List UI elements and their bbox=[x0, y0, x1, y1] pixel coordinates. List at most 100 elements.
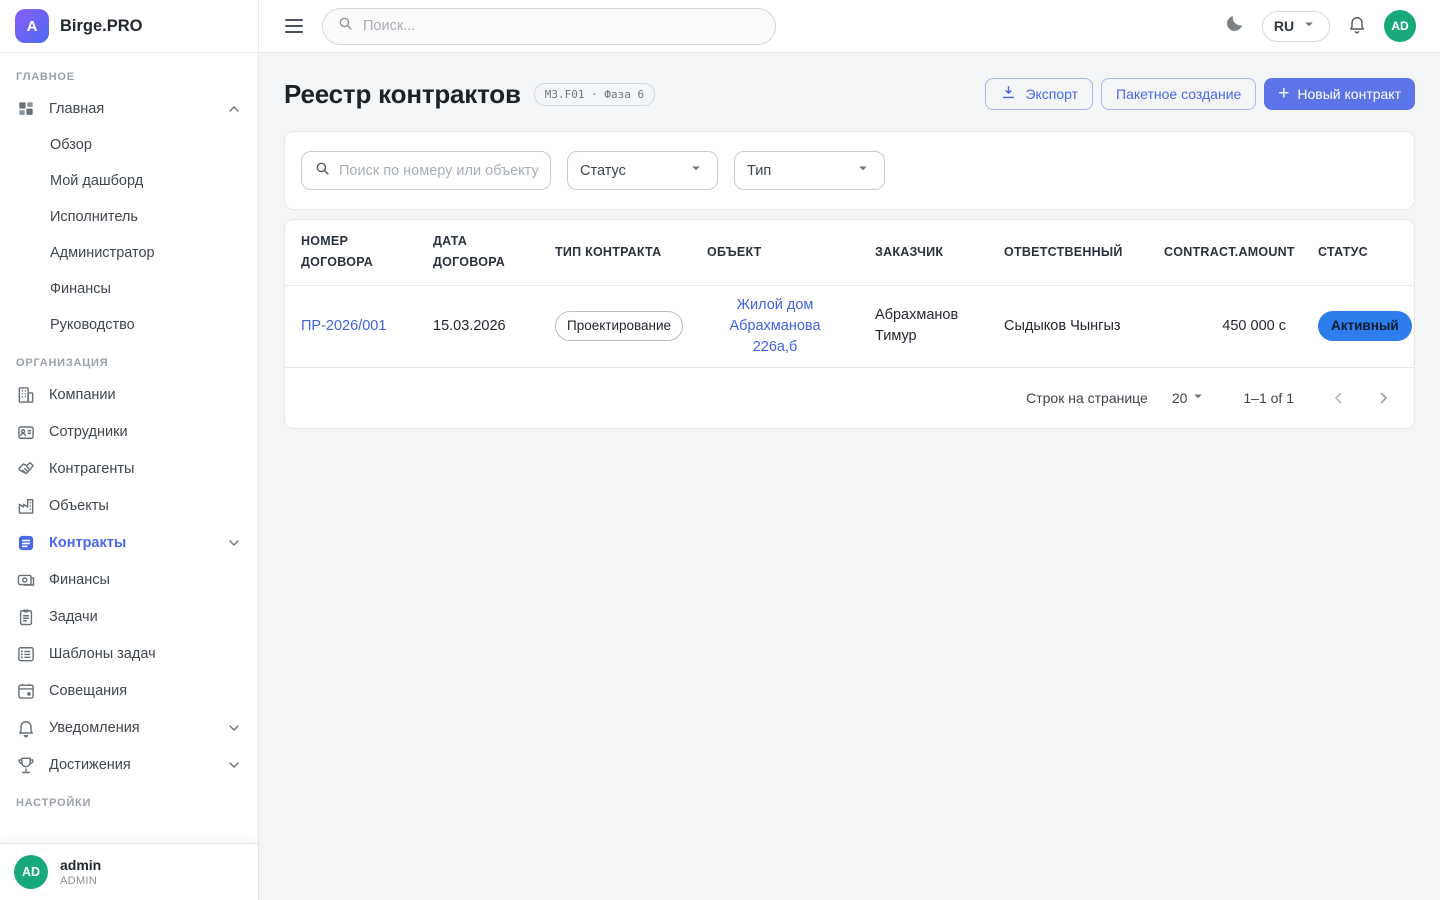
status-filter-select[interactable]: Статус bbox=[567, 151, 718, 190]
sidebar-subitem-finance[interactable]: Финансы bbox=[0, 271, 258, 307]
pagination-range: 1–1 of 1 bbox=[1243, 390, 1294, 406]
sidebar-item-label: Шаблоны задач bbox=[49, 646, 156, 662]
sidebar-item-employees[interactable]: Сотрудники bbox=[0, 413, 258, 450]
avatar[interactable]: AD bbox=[1384, 10, 1416, 42]
new-contract-button[interactable]: + Новый контракт bbox=[1264, 78, 1415, 110]
brand-logo-row[interactable]: A Birge.PRO bbox=[0, 0, 258, 53]
contracts-icon bbox=[16, 533, 36, 553]
search-input[interactable] bbox=[363, 18, 761, 34]
dashboard-icon bbox=[16, 99, 36, 119]
chevron-down-icon bbox=[1189, 387, 1207, 408]
sidebar-item-label: Контрагенты bbox=[49, 461, 134, 477]
chevron-down-icon bbox=[854, 159, 872, 182]
search-icon bbox=[337, 15, 354, 37]
col-contract-number: НОМЕР ДОГОВОРА bbox=[285, 220, 417, 285]
sidebar-item-home[interactable]: Главная bbox=[0, 90, 258, 127]
batch-create-label: Пакетное создание bbox=[1116, 86, 1241, 102]
table-row[interactable]: ПР-2026/001 15.03.2026 Проектирование Жи… bbox=[285, 285, 1415, 367]
sidebar-item-meetings[interactable]: Совещания bbox=[0, 672, 258, 709]
search-icon bbox=[314, 160, 331, 182]
export-label: Экспорт bbox=[1025, 86, 1078, 102]
export-button[interactable]: Экспорт bbox=[985, 78, 1093, 110]
sidebar-subitem-my-dashboard[interactable]: Мой дашборд bbox=[0, 163, 258, 199]
type-filter-select[interactable]: Тип bbox=[734, 151, 885, 190]
menu-icon[interactable] bbox=[285, 19, 303, 34]
sidebar-subitem-guide[interactable]: Руководство bbox=[0, 307, 258, 343]
sidebar-item-achievements[interactable]: Достижения bbox=[0, 746, 258, 783]
contracts-table-card: НОМЕР ДОГОВОРА ДАТА ДОГОВОРА ТИП КОНТРАК… bbox=[284, 219, 1415, 429]
plus-icon: + bbox=[1278, 84, 1289, 103]
table-header-row: НОМЕР ДОГОВОРА ДАТА ДОГОВОРА ТИП КОНТРАК… bbox=[285, 220, 1415, 285]
chevron-down-icon bbox=[1300, 15, 1318, 38]
chevron-down-icon bbox=[226, 535, 242, 551]
contract-date-cell: 15.03.2026 bbox=[417, 285, 539, 367]
sidebar-item-contracts[interactable]: Контракты bbox=[0, 524, 258, 561]
sidebar-item-label: Совещания bbox=[49, 683, 127, 699]
sidebar-section-settings: НАСТРОЙКИ bbox=[0, 783, 258, 816]
sidebar-item-notifications[interactable]: Уведомления bbox=[0, 709, 258, 746]
sidebar-item-label: Уведомления bbox=[49, 720, 140, 736]
responsible-cell: Сыдыков Чынгыз bbox=[988, 285, 1148, 367]
notifications-button[interactable] bbox=[1347, 14, 1367, 39]
col-responsible: ОТВЕТСТВЕННЫЙ bbox=[988, 220, 1148, 285]
sidebar-item-label: Задачи bbox=[49, 609, 98, 625]
language-select[interactable]: RU bbox=[1262, 11, 1330, 42]
rows-per-page-label: Строк на странице bbox=[1026, 390, 1148, 406]
sidebar-item-objects[interactable]: Объекты bbox=[0, 487, 258, 524]
sidebar-item-task-templates[interactable]: Шаблоны задач bbox=[0, 635, 258, 672]
partners-icon bbox=[16, 459, 36, 479]
moon-icon bbox=[1224, 13, 1245, 39]
sidebar-item-label: А bbox=[49, 827, 59, 828]
status-filter-label: Статус bbox=[580, 163, 626, 179]
chevron-left-icon[interactable] bbox=[1322, 381, 1356, 415]
brand-logo-icon: A bbox=[15, 9, 49, 43]
dark-mode-toggle[interactable] bbox=[1224, 13, 1245, 39]
object-link[interactable]: Жилой дом Абрахманова 226а,б bbox=[729, 297, 820, 355]
sidebar-subitem-administrator[interactable]: Администратор bbox=[0, 235, 258, 271]
contract-type-chip: Проектирование bbox=[555, 311, 683, 341]
sidebar-item-label: Финансы bbox=[49, 572, 110, 588]
table-search-field[interactable] bbox=[301, 151, 551, 190]
language-value: RU bbox=[1274, 18, 1294, 34]
global-search[interactable] bbox=[322, 8, 776, 45]
sidebar-item-tasks[interactable]: Задачи bbox=[0, 598, 258, 635]
objects-icon bbox=[16, 496, 36, 516]
filters-card: Статус Тип bbox=[284, 131, 1415, 210]
app-root: A Birge.PRO ГЛАВНОЕ Главная bbox=[0, 0, 1440, 900]
col-contract-type: ТИП КОНТРАКТА bbox=[539, 220, 691, 285]
sidebar-item-clipped[interactable]: А bbox=[0, 816, 258, 827]
bell-icon bbox=[1347, 14, 1367, 39]
col-amount: CONTRACT.AMOUNT bbox=[1148, 220, 1302, 285]
topbar: RU AD bbox=[259, 0, 1440, 53]
user-name: admin bbox=[60, 857, 101, 875]
new-contract-label: Новый контракт bbox=[1297, 86, 1401, 102]
sidebar-subitem-overview[interactable]: Обзор bbox=[0, 127, 258, 163]
col-contract-date: ДАТА ДОГОВОРА bbox=[417, 220, 539, 285]
chevron-down-icon bbox=[226, 757, 242, 773]
chevron-right-icon[interactable] bbox=[1366, 381, 1400, 415]
sidebar-user-footer[interactable]: AD admin ADMIN bbox=[0, 843, 258, 900]
sidebar-subitem-executor[interactable]: Исполнитель bbox=[0, 199, 258, 235]
page-title: Реестр контрактов bbox=[284, 79, 521, 110]
page-actions: Экспорт Пакетное создание + Новый контра… bbox=[985, 78, 1415, 110]
sidebar-item-label: Достижения bbox=[49, 757, 131, 773]
amount-cell: 450 000 с bbox=[1148, 285, 1302, 367]
sidebar-item-finances[interactable]: Финансы bbox=[0, 561, 258, 598]
pagination: Строк на странице 20 1–1 of 1 bbox=[285, 368, 1414, 428]
sidebar-item-label: Объекты bbox=[49, 498, 109, 514]
task-templates-icon bbox=[16, 644, 36, 664]
sidebar-item-companies[interactable]: Компании bbox=[0, 376, 258, 413]
contract-number-link[interactable]: ПР-2026/001 bbox=[301, 318, 386, 334]
notifications-icon bbox=[16, 718, 36, 738]
user-role: ADMIN bbox=[60, 875, 101, 887]
col-customer: ЗАКАЗЧИК bbox=[859, 220, 988, 285]
batch-create-button[interactable]: Пакетное создание bbox=[1101, 78, 1256, 110]
sidebar-item-partners[interactable]: Контрагенты bbox=[0, 450, 258, 487]
rows-per-page-select[interactable]: 20 bbox=[1172, 387, 1208, 408]
status-badge: Активный bbox=[1318, 311, 1412, 341]
chevron-up-icon bbox=[226, 101, 242, 117]
table-search-input[interactable] bbox=[339, 163, 538, 179]
download-icon bbox=[1000, 84, 1017, 104]
companies-icon bbox=[16, 385, 36, 405]
sidebar-nav: ГЛАВНОЕ Главная Обзор Мой дашборд Испо bbox=[0, 53, 258, 843]
